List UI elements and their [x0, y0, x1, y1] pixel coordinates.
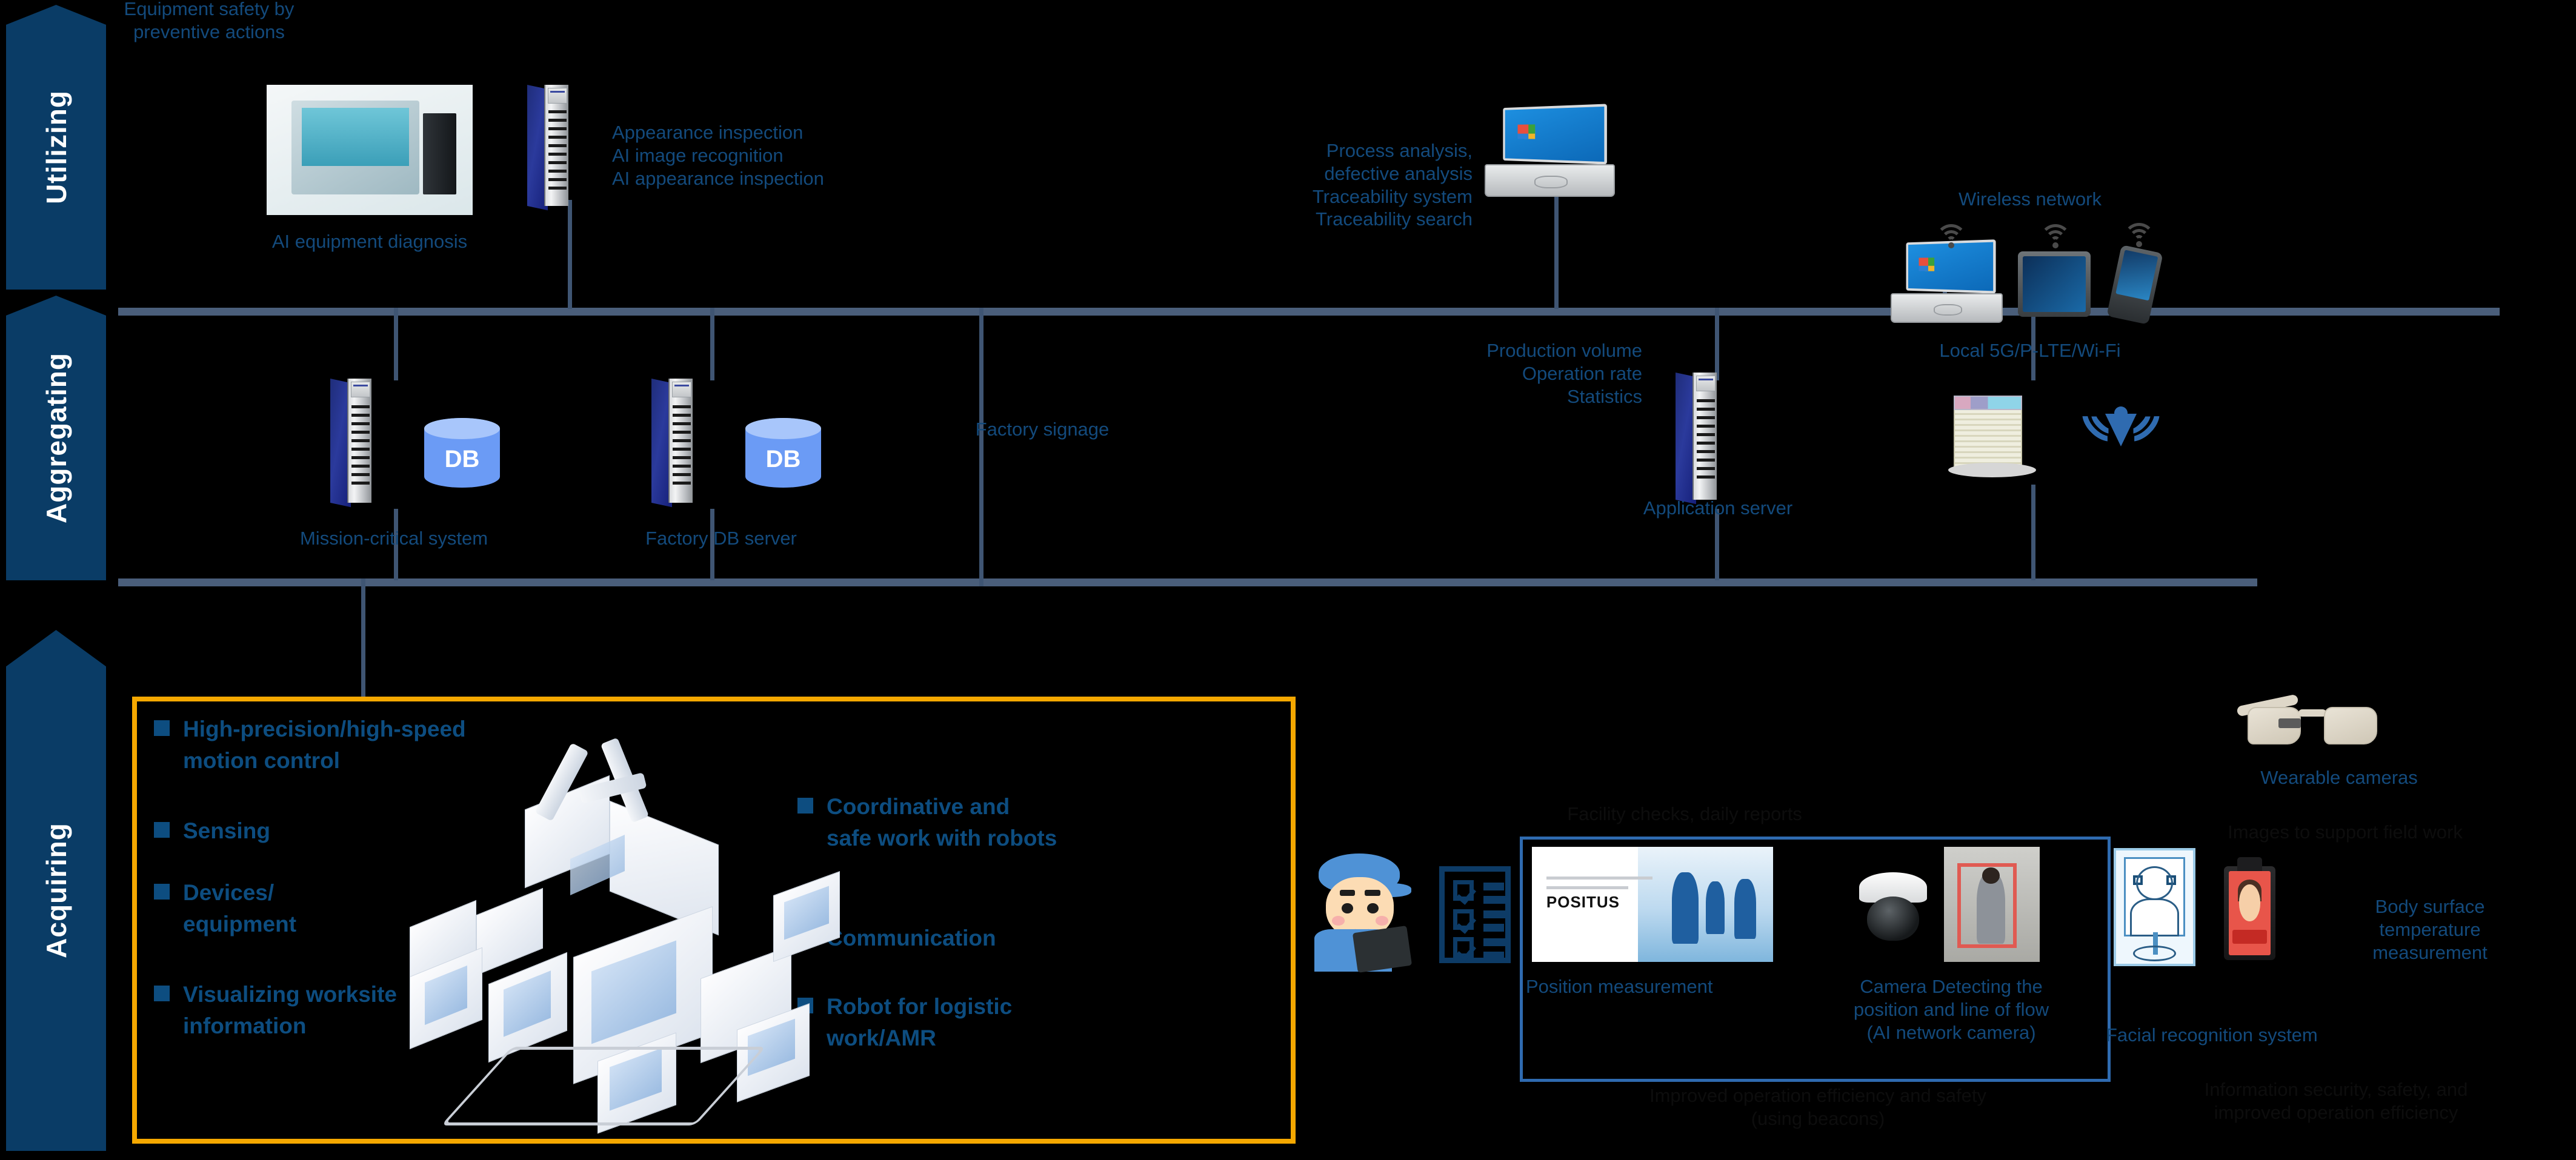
- wifi-icon-tablet: [2037, 224, 2074, 253]
- connector-docs-to-bus: [2031, 485, 2035, 580]
- label-local-5g: Local 5G/P-LTE/Wi-Fi: [1939, 340, 2121, 361]
- connector-factory-db: [710, 308, 714, 380]
- label-facial-recognition: Facial recognition system: [2106, 1024, 2318, 1046]
- factory-db-server-icon: [651, 379, 694, 508]
- bullet-square-icon: [154, 822, 170, 838]
- label-factory-db-server: Factory DB server: [645, 528, 797, 549]
- dome-camera-icon: [1859, 872, 1927, 944]
- connector-signage-branch: [979, 308, 983, 586]
- label-ai-equipment-diagnosis: AI equipment diagnosis: [271, 231, 468, 252]
- connector-app-server: [1715, 308, 1719, 380]
- label-body-temperature: Body surface temperature measurement: [2372, 896, 2488, 963]
- mission-critical-server-icon: [330, 379, 373, 508]
- label-application-server: Application server: [1643, 497, 1793, 519]
- connector-mission-critical: [394, 308, 398, 380]
- appearance-inspection-server-icon: [527, 85, 570, 211]
- position-measurement-photo: POSITUS: [1532, 847, 1773, 962]
- bullet-left-label-3: Visualizing worksite information: [183, 982, 397, 1038]
- label-process-analysis: Process analysis, defective analysis Tra…: [1312, 140, 1473, 230]
- db-badge-label: DB: [444, 446, 480, 472]
- label-factory-signage: Factory signage: [975, 419, 1110, 440]
- label-production-stats: Production volume Operation rate Statist…: [1486, 340, 1642, 407]
- bullet-left-label-2: Devices/ equipment: [183, 880, 297, 936]
- stage-label-utilizing: Utilizing: [40, 90, 72, 204]
- label-camera-detecting: Camera Detecting the position and line o…: [1853, 976, 2049, 1043]
- bullet-square-icon: [154, 986, 170, 1001]
- mission-critical-db-icon: DB: [424, 418, 500, 488]
- stage-label-aggregating: Aggregating: [40, 353, 72, 523]
- label-position-measurement: Position measurement: [1526, 976, 1713, 997]
- label-equipment-safety: Equipment safety by preventive actions: [124, 0, 295, 42]
- stage-arrow-utilizing[interactable]: Utilizing: [6, 5, 106, 290]
- ai-diagnosis-photo: [267, 85, 473, 215]
- antenna-tower-icon: [2075, 391, 2167, 463]
- label-improved-operation: Improved operation efficiency and safety…: [1649, 1085, 1987, 1129]
- label-images-support: Images to support field work: [2228, 821, 2463, 843]
- detection-photo: [1944, 847, 2040, 962]
- wifi-icon-handheld: [2121, 223, 2157, 252]
- stage-arrow-aggregating[interactable]: Aggregating: [6, 296, 106, 580]
- wireless-tablet-icon[interactable]: [2018, 251, 2091, 317]
- checklist-icon: [1439, 866, 1511, 963]
- process-analysis-laptop-icon: [1485, 104, 1615, 197]
- label-facility-checks: Facility checks, daily reports: [1567, 803, 1802, 824]
- positus-brand-label: POSITUS: [1546, 893, 1620, 911]
- stage-arrow-acquiring[interactable]: Acquiring: [6, 630, 106, 1151]
- stage-label-acquiring: Acquiring: [40, 823, 72, 958]
- label-wireless-network: Wireless network: [1959, 188, 2102, 210]
- bullet-left-label-1: Sensing: [183, 818, 270, 843]
- bus-line-aggregating: [118, 578, 2257, 586]
- acquiring-capability-box: High-precision/high-speed motion control…: [132, 697, 1296, 1144]
- bullet-square-icon: [154, 884, 170, 900]
- thermal-temperature-device: [2224, 857, 2275, 960]
- db-badge-label-2: DB: [765, 446, 801, 472]
- wifi-icon-laptop: [1933, 224, 1969, 253]
- label-wearable-cameras: Wearable cameras: [2260, 767, 2418, 788]
- factory-db-icon: DB: [745, 418, 821, 488]
- label-information-security: Information security, safety, and improv…: [2204, 1079, 2468, 1123]
- bullet-square-icon: [154, 720, 170, 736]
- smart-glasses-icon: [2236, 694, 2383, 755]
- connector-process-laptop: [1554, 194, 1559, 309]
- connector-appearance-server: [568, 200, 572, 309]
- facial-recognition-kiosk-photo: [2114, 848, 2195, 966]
- factory-line-illustration: [398, 732, 870, 1134]
- label-appearance-inspection: Appearance inspection AI image recogniti…: [612, 122, 824, 189]
- diagram-canvas: Utilizing Aggregating Acquiring Equipmen…: [0, 0, 2576, 1160]
- worker-avatar-icon: [1313, 851, 1413, 973]
- label-mission-critical-system: Mission-critical system: [299, 528, 488, 549]
- documents-stack-icon: [1948, 394, 2036, 485]
- application-server-icon: [1676, 373, 1718, 505]
